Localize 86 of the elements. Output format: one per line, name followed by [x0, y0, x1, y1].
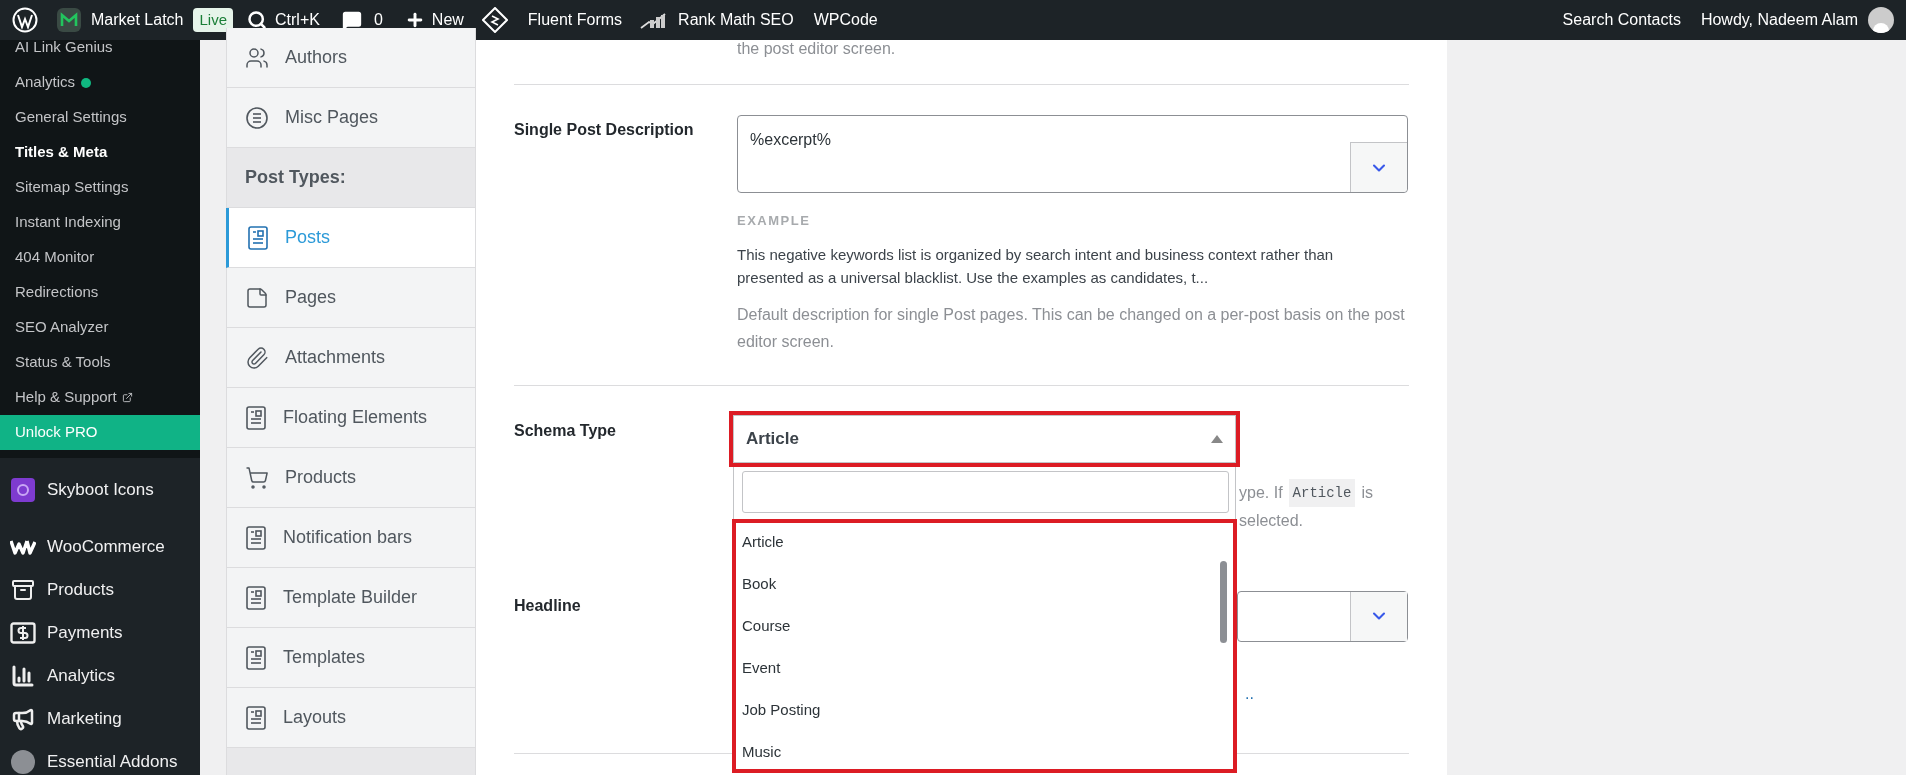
dropdown-option[interactable]: Music — [734, 731, 1235, 771]
comment-icon[interactable] — [341, 10, 362, 30]
help-text: is — [1361, 482, 1373, 503]
dropdown-option[interactable]: Course — [734, 605, 1235, 647]
wordpress-logo-icon[interactable] — [12, 7, 38, 33]
settings-tab[interactable]: Template Builder — [226, 568, 475, 628]
tab-group-heading: Post Types: — [226, 148, 475, 208]
settings-tab[interactable]: Products — [226, 448, 475, 508]
settings-tab[interactable]: Attachments — [226, 328, 475, 388]
document-icon — [245, 525, 267, 550]
diamond-logo-icon[interactable] — [481, 7, 508, 33]
w-logo-icon — [10, 538, 36, 555]
help-text: selected. — [1239, 510, 1305, 531]
settings-tab[interactable]: Layouts — [226, 688, 475, 748]
search-icon[interactable] — [247, 10, 267, 30]
archive-icon — [11, 577, 35, 602]
help-text: ype. If — [1239, 482, 1283, 503]
admin-menu-item[interactable]: Payments — [0, 611, 200, 654]
submenu-item[interactable]: Sitemap Settings — [0, 170, 200, 205]
user-greeting[interactable]: Howdy, Nadeem Alam — [1700, 8, 1858, 32]
headline-field[interactable] — [1237, 590, 1408, 642]
document-icon — [245, 405, 267, 430]
admin-menu-item[interactable]: Skyboot Icons — [0, 468, 200, 511]
help-text: Default description for single Post pages. This can be changed on a per-post basis on the post editor screen. — [737, 304, 1406, 352]
admin-menu-item[interactable]: Essential Addons — [0, 740, 200, 775]
submenu-item[interactable]: Analytics — [0, 65, 200, 100]
user-avatar[interactable] — [1868, 7, 1894, 33]
submenu-item[interactable]: General Settings — [0, 100, 200, 135]
paperclip-icon — [245, 345, 269, 370]
page-icon — [245, 285, 269, 310]
admin-menu-item[interactable]: Analytics — [0, 654, 200, 697]
field-label: Single Post Description — [514, 120, 695, 140]
document-icon — [245, 705, 267, 730]
search-contacts-link[interactable]: Search Contacts — [1562, 8, 1681, 32]
addons-logo-icon — [11, 749, 35, 774]
help-text: .. — [1244, 683, 1255, 704]
bar-chart-icon — [11, 663, 35, 688]
document-icon — [247, 225, 269, 250]
dropdown-search-field[interactable] — [742, 471, 1229, 513]
plugin-menu-link[interactable]: Fluent Forms — [527, 8, 623, 32]
site-logo-icon — [56, 7, 82, 33]
submenu-item[interactable]: Redirections — [0, 275, 200, 310]
dropdown-option[interactable]: Book — [734, 563, 1235, 605]
submenu-item[interactable]: AI Link Genius — [0, 40, 200, 65]
external-link-icon — [121, 392, 133, 403]
example-heading: EXAMPLE — [737, 212, 812, 230]
inline-code: Article — [1288, 478, 1356, 507]
caret-up-icon — [1211, 435, 1223, 443]
list-circle-icon — [245, 105, 269, 130]
submenu-item[interactable]: Status & Tools — [0, 345, 200, 380]
admin-menu-item[interactable]: WooCommerce — [0, 525, 200, 568]
submenu-item[interactable]: 404 Monitor — [0, 240, 200, 275]
users-icon — [245, 45, 269, 70]
scrollbar-thumb[interactable] — [1220, 561, 1227, 643]
dropdown-option[interactable]: Event — [734, 647, 1235, 689]
dropdown-option[interactable]: Job Posting — [734, 689, 1235, 731]
skyboot-logo-icon — [11, 477, 35, 502]
submenu-item[interactable]: Instant Indexing — [0, 205, 200, 240]
live-badge: Live — [193, 7, 233, 33]
settings-tab[interactable]: Misc Pages — [226, 88, 475, 148]
site-name-link[interactable]: Market Latch — [91, 8, 184, 32]
dropdown-option[interactable]: Article — [734, 521, 1235, 563]
document-icon — [245, 645, 267, 670]
variables-dropdown-button[interactable] — [1350, 591, 1407, 641]
settings-tab[interactable]: Authors — [226, 28, 475, 88]
admin-menu-item[interactable]: Products — [0, 568, 200, 611]
settings-tab[interactable]: Pages — [226, 268, 475, 328]
submenu-item[interactable]: SEO Analyzer — [0, 310, 200, 345]
plugin-menu-link[interactable]: Rank Math SEO — [678, 8, 794, 32]
plugin-menu-link[interactable]: WPCode — [813, 8, 878, 32]
field-label: Schema Type — [514, 420, 617, 441]
submenu-item[interactable]: Titles & Meta — [0, 135, 200, 170]
chart-logo-icon[interactable] — [640, 11, 667, 29]
description-field[interactable]: %excerpt% — [737, 115, 1408, 193]
document-icon — [245, 585, 267, 610]
field-label: Headline — [514, 595, 582, 616]
admin-menu-item[interactable]: Marketing — [0, 697, 200, 740]
example-text: This negative keywords list is organized by search intent and business context rather than presented as a universal blacklist. Use the examples as candidates, t... — [737, 244, 1335, 288]
cart-icon — [245, 465, 269, 490]
help-text: the post editor screen. — [736, 40, 897, 58]
settings-tab[interactable]: Templates — [226, 628, 475, 688]
dollar-bill-icon — [10, 621, 36, 644]
submenu-item[interactable]: Help & Support — [0, 380, 200, 415]
settings-tab[interactable]: Notification bars — [226, 508, 475, 568]
megaphone-icon — [11, 706, 35, 731]
settings-tab[interactable]: Floating Elements — [226, 388, 475, 448]
